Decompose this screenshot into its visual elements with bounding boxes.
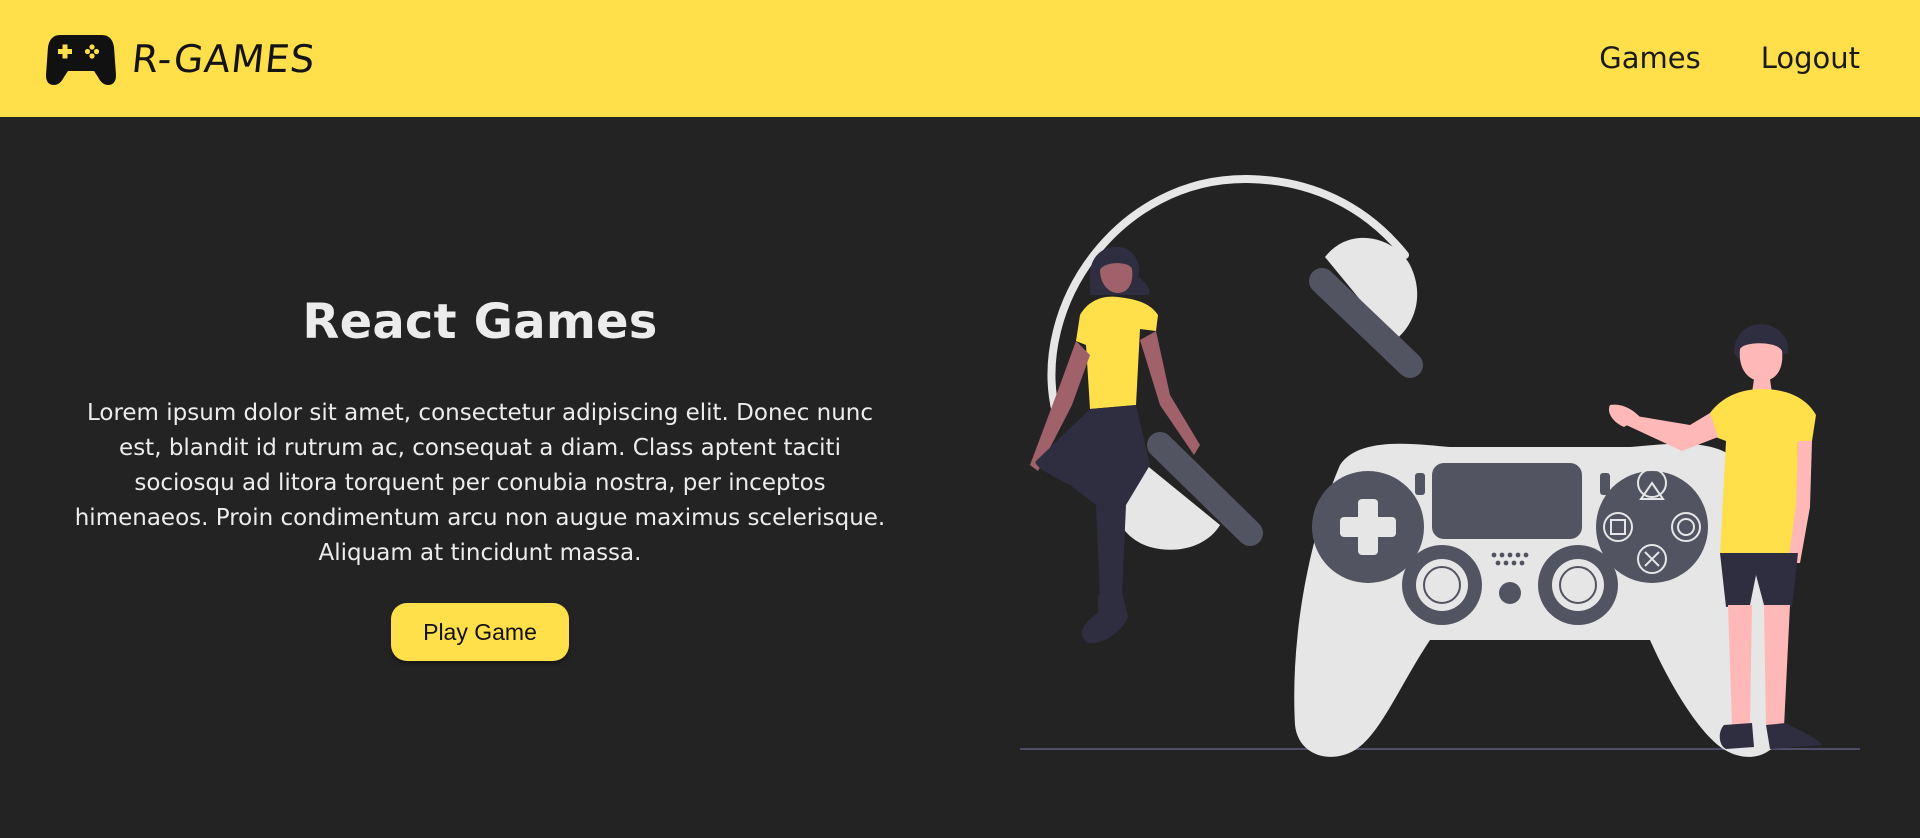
brand-name: R-GAMES bbox=[129, 37, 318, 81]
brand-logo[interactable]: R-GAMES bbox=[46, 30, 318, 88]
top-navbar: R-GAMES Games Logout bbox=[0, 0, 1920, 117]
gamepad-illustration bbox=[1294, 443, 1784, 757]
hero-title: React Games bbox=[302, 294, 658, 350]
gaming-illustration bbox=[1020, 174, 1860, 757]
hero-section: React Games Lorem ipsum dolor sit amet, … bbox=[60, 290, 900, 661]
gamepad-icon bbox=[46, 35, 116, 85]
nav-link-games[interactable]: Games bbox=[1599, 36, 1700, 80]
nav-link-logout[interactable]: Logout bbox=[1761, 36, 1860, 80]
nav-menu: Games Logout bbox=[1539, 36, 1860, 80]
play-game-button[interactable]: Play Game bbox=[391, 603, 569, 661]
hero-description: Lorem ipsum dolor sit amet, consectetur … bbox=[74, 400, 886, 566]
